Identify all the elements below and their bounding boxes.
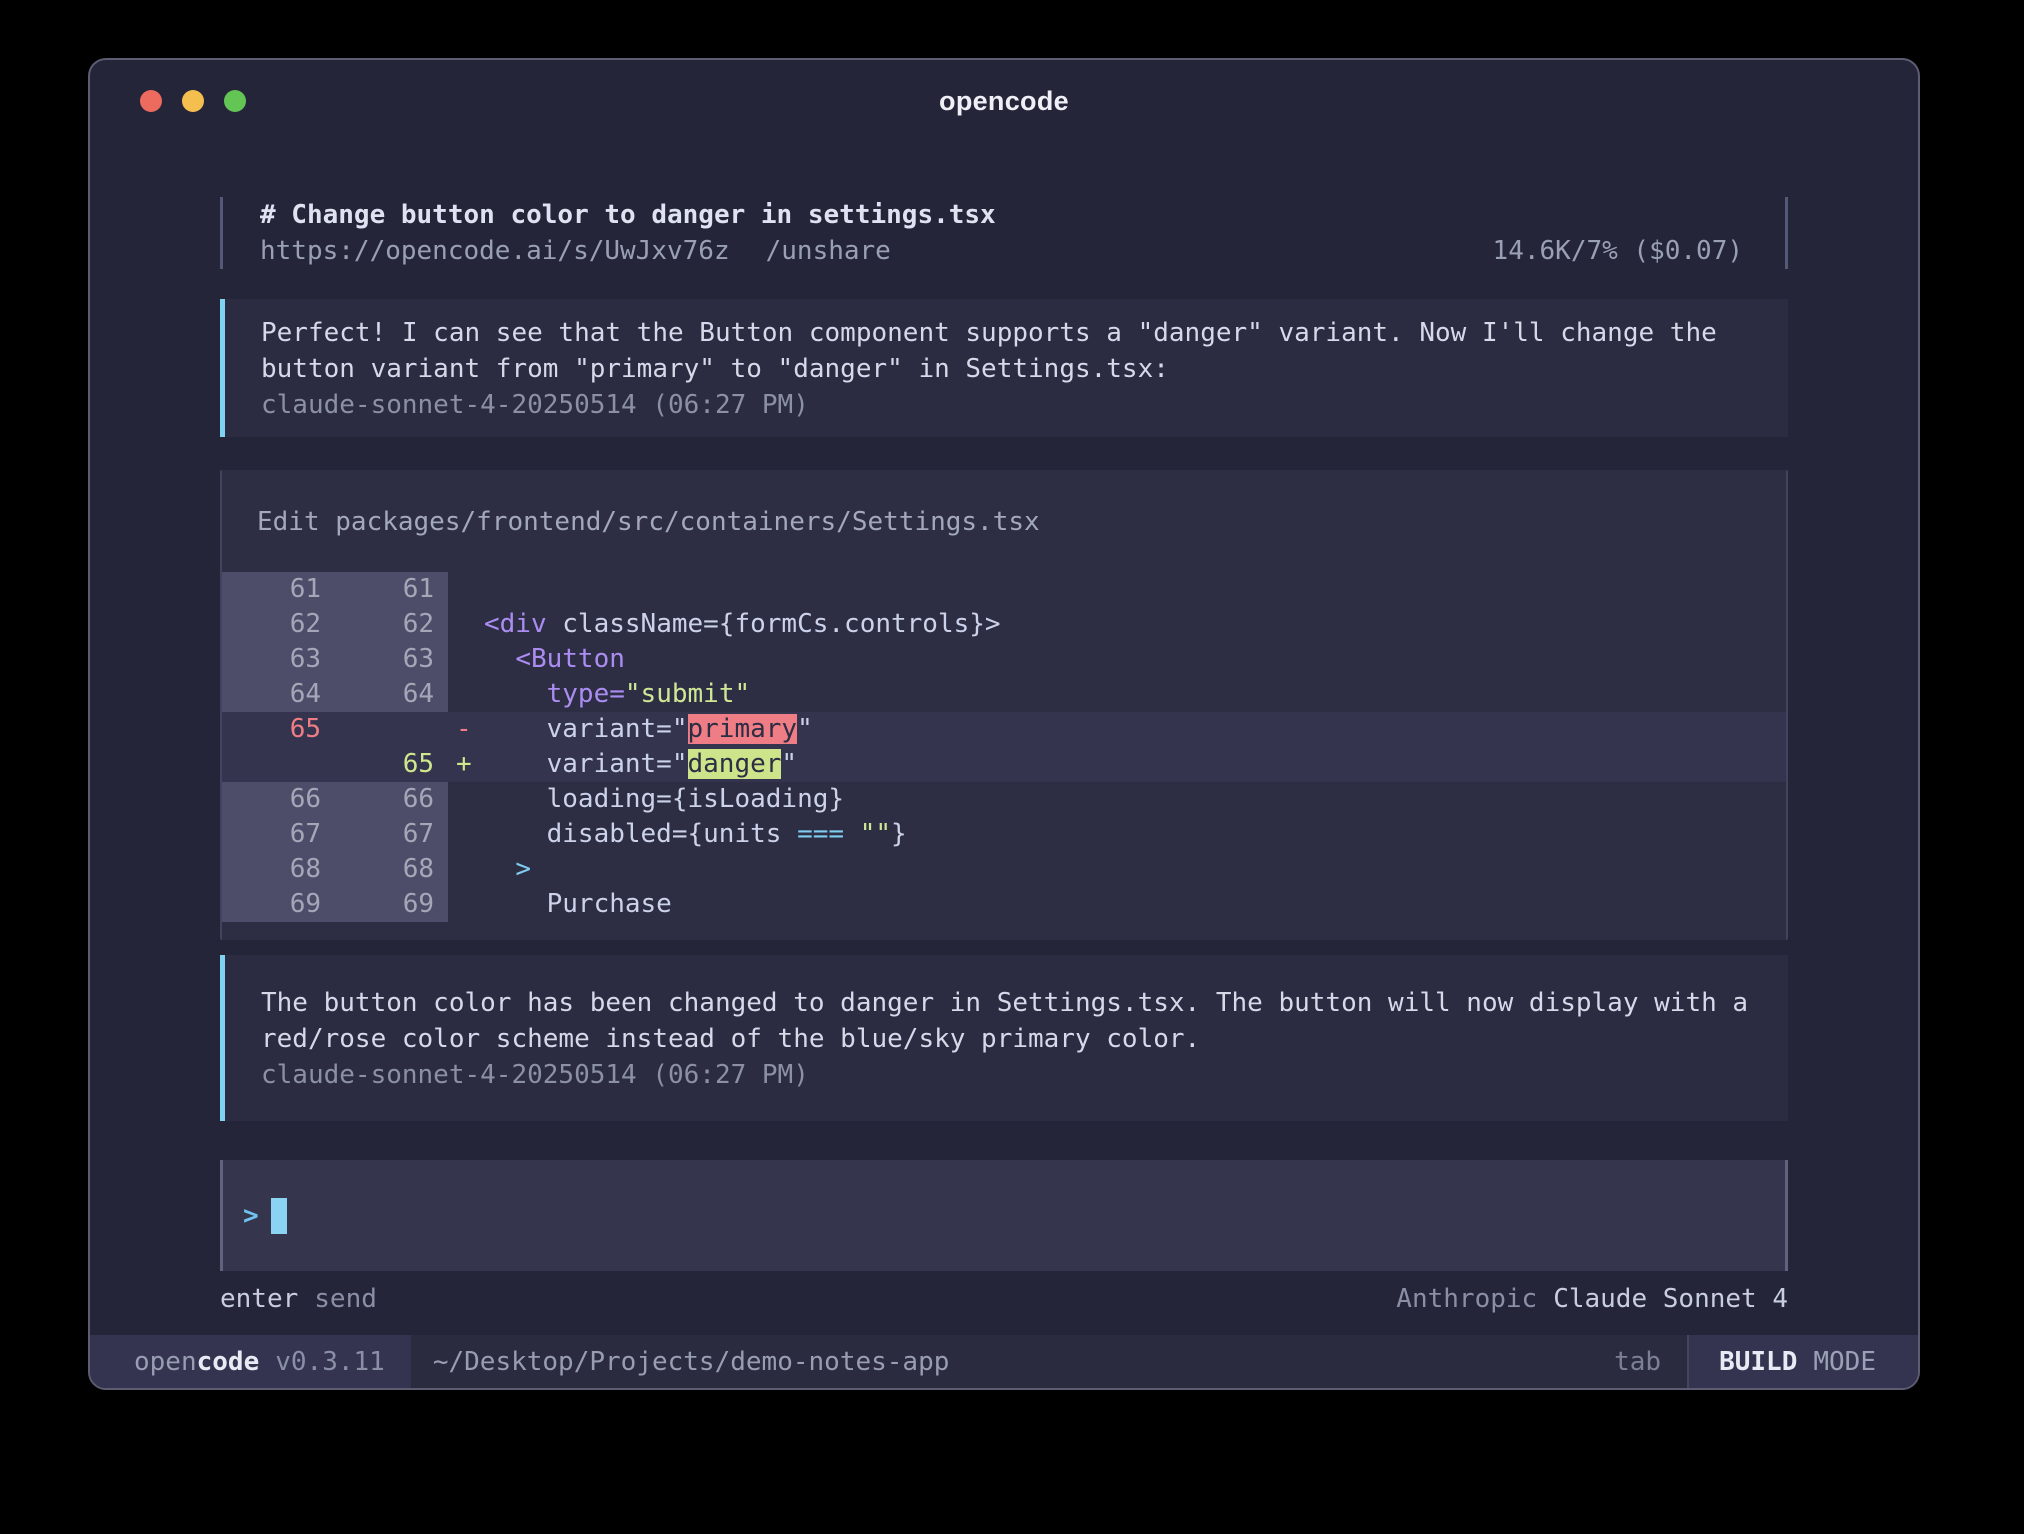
diff-line-number-new: 66 [335,782,448,817]
diff-line-number-old: 67 [222,817,335,852]
diff-line-number-old [222,747,335,782]
diff-line-number-new [335,712,448,747]
app-version: v0.3.11 [275,1347,385,1377]
window-close-button[interactable] [140,90,162,112]
diff-line-number-new: 67 [335,817,448,852]
prompt-caret: > [243,1201,259,1231]
diff-line-number-new: 68 [335,852,448,887]
diff-line: 65+ variant="danger" [222,747,1786,782]
diff-line-number-new: 61 [335,572,448,607]
diff-change-marker [448,642,484,677]
tab-key-hint: tab [1614,1335,1661,1388]
assistant-message: Perfect! I can see that the Button compo… [220,299,1788,437]
diff-code-line [484,572,1786,607]
diff-line-number-old: 64 [222,677,335,712]
window-zoom-button[interactable] [224,90,246,112]
share-url-link[interactable]: https://opencode.ai/s/UwJxv76z [260,233,730,269]
app-name-code: code [197,1347,260,1377]
mode-badge: BUILD MODE [1687,1335,1918,1388]
diff-line: 6868 > [222,852,1786,887]
mode-suffix: MODE [1813,1347,1876,1377]
diff-line-number-old: 61 [222,572,335,607]
diff-code-line: Purchase [484,887,1786,922]
diff-line-number-old: 65 [222,712,335,747]
diff-line-number-old: 69 [222,887,335,922]
status-bar-left: opencode v0.3.11 ~/Desktop/Projects/demo-… [90,1335,1614,1388]
diff-line-number-new: 69 [335,887,448,922]
diff-code-line: variant="primary" [484,712,1786,747]
diff-change-marker [448,782,484,817]
terminal-content: # Change button color to danger in setti… [90,142,1918,1335]
prompt-input[interactable]: > [220,1160,1788,1271]
window-minimize-button[interactable] [182,90,204,112]
diff-change-marker [448,607,484,642]
diff-line-number-new: 64 [335,677,448,712]
diff-line-number-old: 68 [222,852,335,887]
send-action-label: send [314,1284,377,1314]
diff-line: 6161 [222,572,1786,607]
message-model-timestamp: claude-sonnet-4-20250514 (06:27 PM) [261,1057,1752,1093]
diff-line: 65 - variant="primary" [222,712,1786,747]
status-bar: opencode v0.3.11 ~/Desktop/Projects/demo-… [90,1335,1918,1388]
diff-line-number-old: 62 [222,607,335,642]
diff-change-marker [448,817,484,852]
context-usage-stats: 14.6K/7% ($0.07) [1493,233,1743,269]
diff-view: 61616262 <div className={formCs.controls}… [222,572,1786,922]
session-header: # Change button color to danger in setti… [220,197,1788,269]
diff-code-line: type="submit" [484,677,1786,712]
diff-change-marker [448,677,484,712]
message-model-timestamp: claude-sonnet-4-20250514 (06:27 PM) [261,387,1752,423]
diff-code-line: <div className={formCs.controls}> [484,607,1786,642]
diff-line-number-new: 62 [335,607,448,642]
message-text: The button color has been changed to dan… [261,985,1752,1057]
diff-line: 6666 loading={isLoading} [222,782,1786,817]
window-titlebar: opencode [90,60,1918,142]
window-title: opencode [939,86,1069,117]
diff-line-number-old: 66 [222,782,335,817]
session-title: # Change button color to danger in setti… [260,200,996,230]
mode-name: BUILD [1719,1347,1797,1377]
message-text: Perfect! I can see that the Button compo… [261,315,1752,387]
diff-change-marker [448,572,484,607]
diff-code-line: loading={isLoading} [484,782,1786,817]
edit-tool-title: Edit packages/frontend/src/containers/Se… [222,470,1786,572]
unshare-command[interactable]: /unshare [766,233,891,269]
diff-line-number-new: 63 [335,642,448,677]
working-directory: ~/Desktop/Projects/demo-notes-app [433,1335,950,1388]
provider-label: Anthropic [1396,1284,1537,1314]
diff-line: 6969 Purchase [222,887,1786,922]
traffic-lights [140,60,246,142]
app-name-open: open [134,1347,197,1377]
model-label: Claude Sonnet 4 [1553,1284,1788,1314]
diff-change-marker: - [448,712,484,747]
diff-change-marker: + [448,747,484,782]
diff-line: 6464 type="submit" [222,677,1786,712]
model-indicator: Anthropic Claude Sonnet 4 [1396,1281,1788,1317]
hint-row: enter send Anthropic Claude Sonnet 4 [220,1281,1788,1317]
desktop-background: { "window": { "title": "opencode" }, "se… [0,0,2024,1534]
edit-tool-card: Edit packages/frontend/src/containers/Se… [220,470,1788,940]
assistant-message: The button color has been changed to dan… [220,955,1788,1121]
diff-code-line: disabled={units === ""} [484,817,1786,852]
text-cursor [271,1198,287,1234]
diff-line-number-new: 65 [335,747,448,782]
send-hint: enter send [220,1281,377,1317]
diff-code-line: > [484,852,1786,887]
diff-code-line: variant="danger" [484,747,1786,782]
diff-line: 6363 <Button [222,642,1786,677]
diff-change-marker [448,887,484,922]
status-bar-right: tab BUILD MODE [1614,1335,1918,1388]
app-version-badge: opencode v0.3.11 [90,1335,411,1388]
enter-key-hint: enter [220,1284,298,1314]
opencode-window: opencode # Change button color to danger… [88,58,1920,1390]
diff-code-line: <Button [484,642,1786,677]
diff-line: 6262 <div className={formCs.controls}> [222,607,1786,642]
diff-line-number-old: 63 [222,642,335,677]
diff-change-marker [448,852,484,887]
diff-line: 6767 disabled={units === ""} [222,817,1786,852]
